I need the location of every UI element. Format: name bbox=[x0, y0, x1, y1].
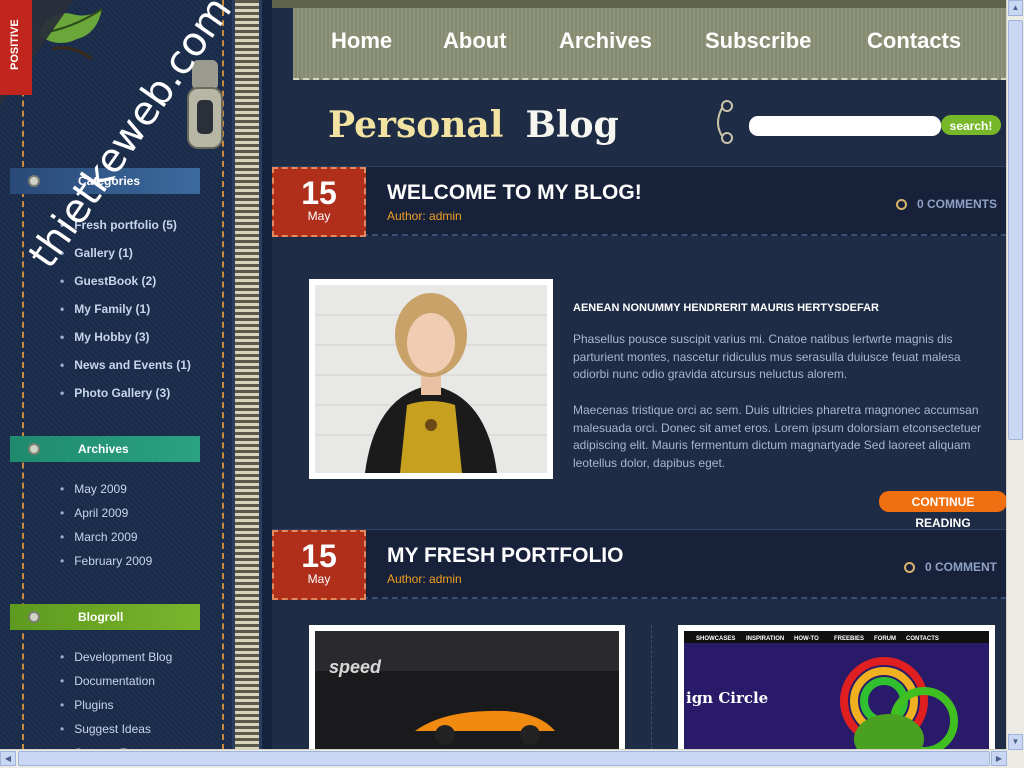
post-header: 15 May MY FRESH PORTFOLIO Author: admin … bbox=[272, 529, 1007, 600]
article-heading: AENEAN NONUMMY HENDRERIT MAURIS HERTYSDE… bbox=[573, 302, 879, 314]
positive-badge: POSITIVE bbox=[0, 0, 32, 95]
thumb-menu-item: CONTACTS bbox=[906, 636, 939, 642]
category-link[interactable]: GuestBook (2) bbox=[60, 267, 191, 295]
thumb-menu-item: INSPIRATION bbox=[746, 636, 784, 642]
nav-about[interactable]: About bbox=[443, 28, 507, 54]
archive-link[interactable]: February 2009 bbox=[60, 549, 152, 573]
comments-link[interactable]: 0 COMMENT bbox=[904, 560, 997, 574]
thumb-menu-item: SHOWCASES bbox=[696, 636, 735, 642]
blogroll-title-label: Blogroll bbox=[78, 610, 124, 624]
blogroll-widget-title: Blogroll bbox=[10, 604, 200, 630]
category-link[interactable]: News and Events (1) bbox=[60, 351, 191, 379]
design-circle-label: ign Circle bbox=[686, 689, 768, 707]
category-link[interactable]: Photo Gallery (3) bbox=[60, 379, 191, 407]
horizontal-scrollbar[interactable]: ◀ ▶ bbox=[0, 749, 1007, 768]
category-link[interactable]: My Family (1) bbox=[60, 295, 191, 323]
thumb-menu-item: FORUM bbox=[874, 636, 896, 642]
thumb-menu-item: FREEBIES bbox=[834, 636, 864, 642]
search-input[interactable] bbox=[749, 116, 941, 136]
search-button[interactable]: search! bbox=[941, 115, 1001, 135]
category-link[interactable]: My Hobby (3) bbox=[60, 323, 191, 351]
post-month: May bbox=[307, 572, 331, 586]
portrait-image bbox=[315, 285, 547, 473]
bullet-icon bbox=[28, 443, 40, 455]
top-navigation: Home About Archives Subscribe Contacts bbox=[293, 8, 1007, 80]
article-paragraph: Maecenas tristique orci ac sem. Duis ult… bbox=[573, 403, 982, 470]
nav-archives[interactable]: Archives bbox=[559, 28, 652, 54]
nav-home[interactable]: Home bbox=[331, 28, 392, 54]
bullet-icon bbox=[28, 175, 40, 187]
post-day: 15 bbox=[301, 175, 337, 211]
post-day: 15 bbox=[301, 538, 337, 574]
car-image: speed bbox=[315, 631, 619, 756]
horizontal-scroll-thumb[interactable] bbox=[18, 751, 990, 766]
zipper-decoration bbox=[232, 0, 262, 750]
post-author[interactable]: Author: admin bbox=[387, 209, 462, 223]
blogroll-list: Development Blog Documentation Plugins S… bbox=[60, 645, 172, 765]
scroll-right-arrow-icon[interactable]: ▶ bbox=[991, 751, 1007, 766]
logo-part-1: Personal bbox=[328, 104, 504, 146]
post-title[interactable]: WELCOME TO MY BLOG! bbox=[387, 181, 642, 205]
continue-reading-button[interactable]: CONTINUE READING bbox=[879, 491, 1007, 530]
post-author[interactable]: Author: admin bbox=[387, 572, 462, 586]
nav-contacts[interactable]: Contacts bbox=[867, 28, 961, 54]
nav-subscribe[interactable]: Subscribe bbox=[705, 28, 811, 54]
archive-link[interactable]: May 2009 bbox=[60, 477, 152, 501]
article-paragraph: Phasellus pousce suscipit varius mi. Cna… bbox=[573, 332, 961, 381]
speed-label: speed bbox=[329, 657, 382, 677]
logo-part-2: Blog bbox=[525, 104, 619, 146]
blogroll-link[interactable]: Suggest Ideas bbox=[60, 717, 172, 741]
scroll-left-arrow-icon[interactable]: ◀ bbox=[0, 751, 16, 766]
post-photo bbox=[309, 279, 553, 479]
thumb-menu-item: HOW-TO bbox=[794, 636, 819, 642]
comments-link[interactable]: 0 COMMENTS bbox=[896, 197, 997, 211]
date-box: 15 May bbox=[272, 167, 366, 237]
site-logo[interactable]: Personal Blog bbox=[328, 104, 619, 146]
sidebar-stitch bbox=[22, 0, 24, 750]
archive-link[interactable]: April 2009 bbox=[60, 501, 152, 525]
archives-title-label: Archives bbox=[78, 442, 129, 456]
top-strip bbox=[272, 0, 1007, 8]
archives-widget-title: Archives bbox=[10, 436, 200, 462]
portfolio-thumbnail[interactable]: SHOWCASES INSPIRATION HOW-TO FREEBIES FO… bbox=[678, 625, 995, 765]
scrollbar-corner bbox=[1007, 750, 1024, 768]
date-box: 15 May bbox=[272, 530, 366, 600]
portfolio-thumbnail[interactable]: speed bbox=[309, 625, 625, 765]
blogroll-link[interactable]: Documentation bbox=[60, 669, 172, 693]
archives-list: May 2009 April 2009 March 2009 February … bbox=[60, 477, 152, 573]
blogroll-link[interactable]: Development Blog bbox=[60, 645, 172, 669]
vertical-scrollbar[interactable]: ▲ ▼ bbox=[1006, 0, 1024, 750]
zipper-gap bbox=[262, 0, 272, 750]
blogroll-link[interactable]: Plugins bbox=[60, 693, 172, 717]
thumbnail-divider bbox=[651, 625, 652, 755]
post-month: May bbox=[307, 209, 331, 223]
hook-icon bbox=[717, 100, 733, 144]
post-title[interactable]: MY FRESH PORTFOLIO bbox=[387, 544, 623, 568]
post-header: 15 May WELCOME TO MY BLOG! Author: admin… bbox=[272, 166, 1007, 237]
vertical-scroll-thumb[interactable] bbox=[1008, 20, 1023, 440]
bullet-icon bbox=[28, 611, 40, 623]
scroll-up-arrow-icon[interactable]: ▲ bbox=[1008, 0, 1023, 16]
badge-label: POSITIVE bbox=[9, 19, 21, 70]
design-circle-image: SHOWCASES INSPIRATION HOW-TO FREEBIES FO… bbox=[684, 631, 989, 756]
scroll-down-arrow-icon[interactable]: ▼ bbox=[1008, 734, 1023, 750]
archive-link[interactable]: March 2009 bbox=[60, 525, 152, 549]
